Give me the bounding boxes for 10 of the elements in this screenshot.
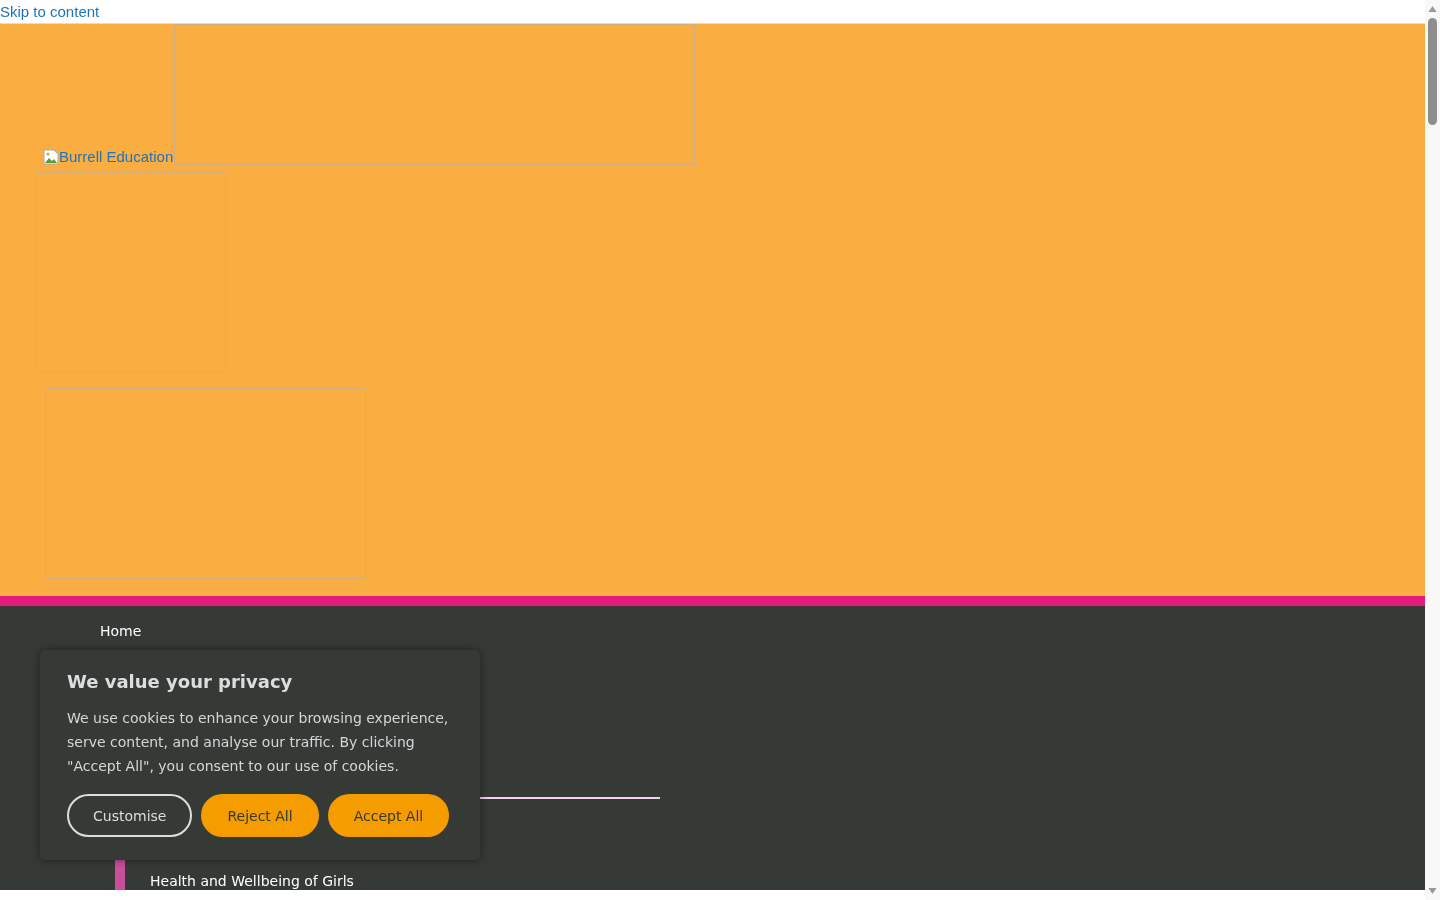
consent-button[interactable]: Accept All	[327, 794, 450, 837]
customise-button[interactable]: Customise	[67, 794, 193, 837]
banner-title: We value your privacy	[67, 670, 294, 694]
skip-link[interactable]: Skip to content	[0, 3, 100, 20]
logo-alt-text: Burrell Education	[59, 148, 174, 165]
nav-link[interactable]: Health and Wellbeing of Girls	[150, 872, 354, 890]
consent-button[interactable]: Reject All	[201, 794, 319, 837]
broken-image-icon	[43, 149, 59, 165]
banner-text: We use cookies to enhance your browsing experience, serve content, and analyse our traffic. By clicking "Accept All", you consent to our use of cookies.	[67, 709, 450, 776]
nav-link[interactable]: Home	[100, 622, 142, 640]
